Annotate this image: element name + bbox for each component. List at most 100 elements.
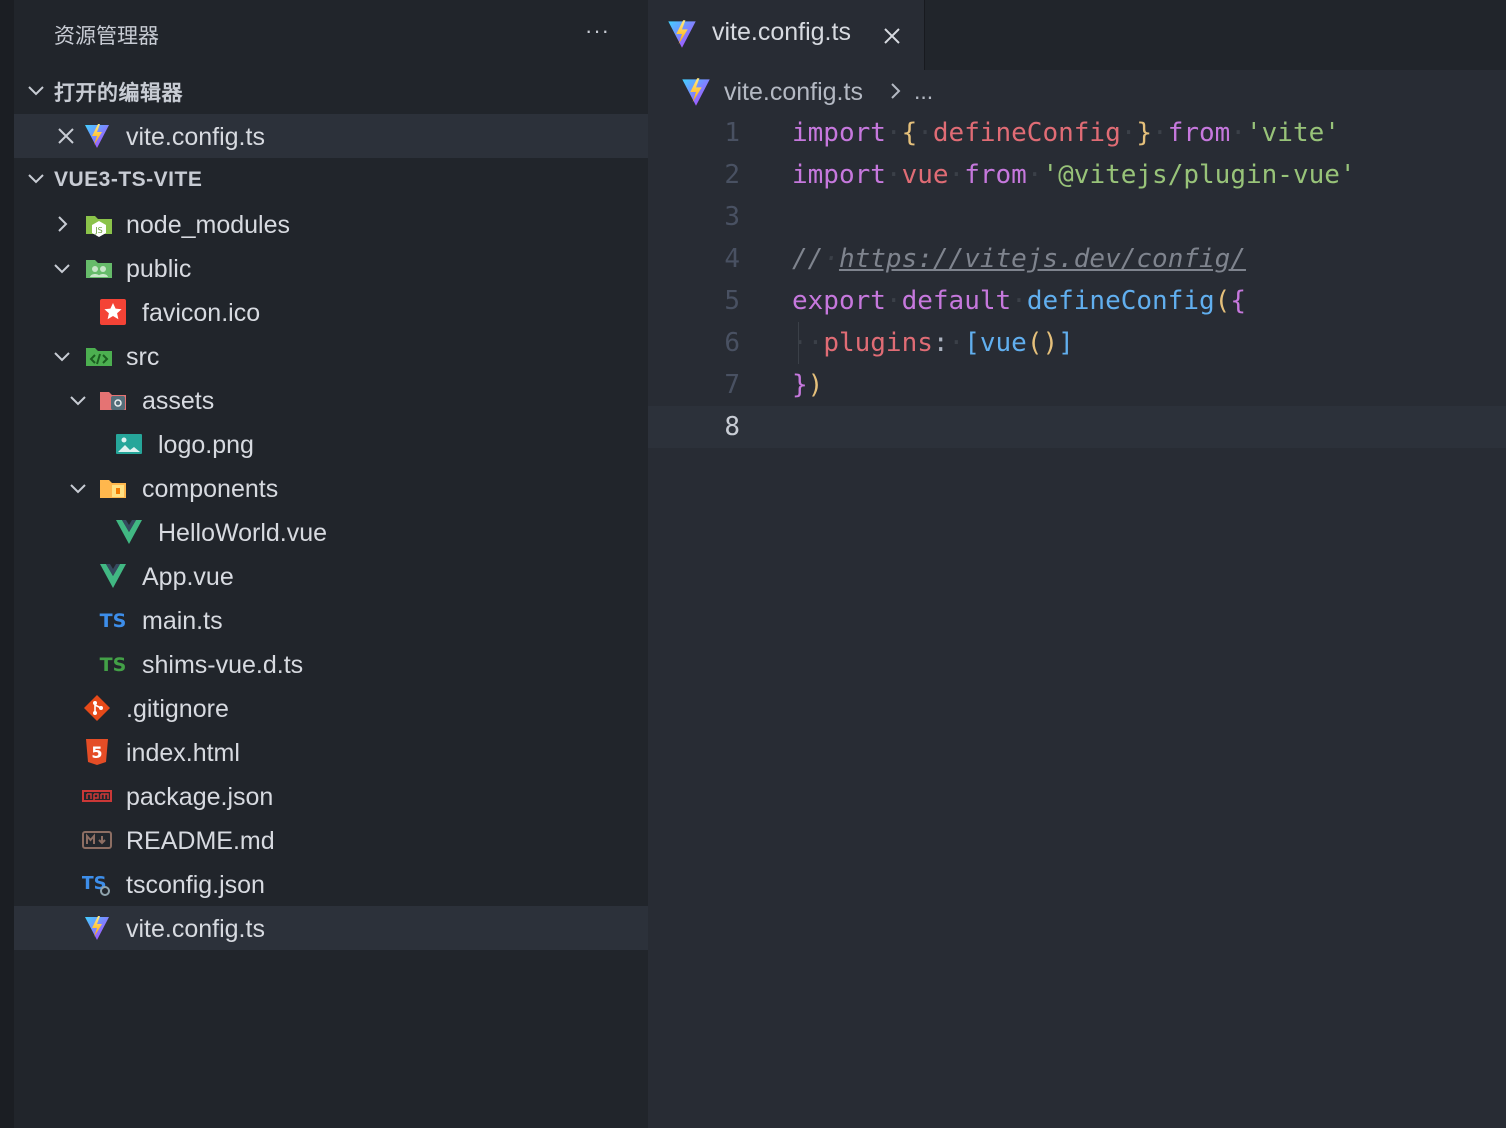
tree-item-label: assets: [142, 387, 215, 415]
tree-item-components[interactable]: components: [14, 466, 648, 510]
html5-icon: 5: [82, 738, 112, 766]
line-source: }): [792, 370, 824, 400]
image-file-icon: [114, 430, 144, 458]
tree-item-index-html[interactable]: 5 index.html: [14, 730, 648, 774]
chevron-down-icon: [28, 174, 44, 184]
open-editor-item[interactable]: vite.config.ts: [14, 114, 648, 158]
vue-icon: [98, 562, 128, 590]
code-line-1: 1 import·{·defineConfig·}·from·'vite': [648, 112, 1506, 154]
more-actions-button[interactable]: ···: [585, 18, 610, 44]
git-icon: [82, 694, 112, 722]
svg-text:TS: TS: [100, 654, 127, 676]
src-folder-icon: [84, 342, 114, 370]
tree-item-label: tsconfig.json: [126, 871, 265, 899]
code-line-3: 3: [648, 196, 1506, 238]
markdown-icon: [82, 826, 112, 854]
vite-icon: [682, 78, 710, 106]
typescript-icon: TS: [98, 606, 128, 634]
code-line-7: 7 }): [648, 364, 1506, 406]
open-editor-filename: vite.config.ts: [126, 123, 265, 151]
components-folder-icon: [98, 474, 128, 502]
code-line-2: 2 import·vue·from·'@vitejs/plugin-vue': [648, 154, 1506, 196]
svg-text:TS: TS: [82, 873, 107, 894]
explorer-sidebar: 资源管理器 ··· 打开的编辑器 vite.config.ts VUE3-TS-…: [14, 0, 648, 1128]
tree-item-label: .gitignore: [126, 695, 229, 723]
line-number: 4: [724, 244, 740, 274]
code-line-5: 5 export·default·defineConfig({: [648, 280, 1506, 322]
tree-item-label: main.ts: [142, 607, 223, 635]
line-number: 7: [724, 370, 740, 400]
breadcrumb-symbols[interactable]: ...: [914, 78, 933, 105]
tree-item-public[interactable]: public: [14, 246, 648, 290]
tree-item-src[interactable]: src: [14, 334, 648, 378]
tree-item-favicon[interactable]: favicon.ico: [14, 290, 648, 334]
tree-item-label: logo.png: [158, 431, 254, 459]
tree-item-label: HelloWorld.vue: [158, 519, 328, 547]
tsconfig-icon: TS: [82, 870, 112, 898]
project-label: VUE3-TS-VITE: [54, 168, 203, 191]
chevron-down-icon: [70, 396, 86, 406]
chevron-down-icon: [28, 86, 44, 96]
line-source: import·vue·from·'@vitejs/plugin-vue': [792, 160, 1356, 190]
close-icon[interactable]: [54, 124, 78, 148]
line-source: export·default·defineConfig({: [792, 286, 1246, 316]
chevron-right-icon: [58, 216, 68, 232]
breadcrumb: vite.config.ts ...: [648, 70, 1506, 114]
tree-item-tsconfig-json[interactable]: TS tsconfig.json: [14, 862, 648, 906]
code-line-6: 6 ··plugins:·[vue()]: [648, 322, 1506, 364]
svg-text:JS: JS: [94, 226, 102, 235]
tree-item-label: README.md: [126, 827, 275, 855]
vue-icon: [114, 518, 144, 546]
line-number: 3: [724, 202, 740, 232]
line-number: 1: [724, 118, 740, 148]
svg-text:TS: TS: [100, 610, 127, 632]
line-source: ··plugins:·[vue()]: [792, 328, 1074, 358]
project-section-header[interactable]: VUE3-TS-VITE: [14, 158, 648, 202]
tree-item-label: package.json: [126, 783, 274, 811]
tree-item-readme-md[interactable]: README.md: [14, 818, 648, 862]
chevron-down-icon: [54, 264, 70, 274]
vite-icon: [82, 914, 112, 942]
tree-item-label: vite.config.ts: [126, 915, 265, 943]
code-editor[interactable]: 1 import·{·defineConfig·}·from·'vite' 2 …: [648, 112, 1506, 448]
explorer-title: 资源管理器: [54, 25, 159, 48]
activity-bar-edge: [0, 0, 14, 1128]
tree-item-label: src: [126, 343, 160, 371]
chevron-right-icon: [891, 83, 901, 99]
line-source: import·{·defineConfig·}·from·'vite': [792, 118, 1340, 148]
tree-item-helloworld-vue[interactable]: HelloWorld.vue: [14, 510, 648, 554]
typescript-definition-icon: TS: [98, 650, 128, 678]
tree-item-logo-png[interactable]: logo.png: [14, 422, 648, 466]
line-number: 2: [724, 160, 740, 190]
tree-item-vite-config-ts[interactable]: vite.config.ts: [14, 906, 648, 950]
tree-item-label: node_modules: [126, 211, 291, 239]
close-tab-icon[interactable]: [880, 24, 904, 48]
tree-item-main-ts[interactable]: TS main.ts: [14, 598, 648, 642]
tree-item-gitignore[interactable]: .gitignore: [14, 686, 648, 730]
editor-area: vite.config.ts vite.config.ts ... 1 impo…: [648, 0, 1506, 1128]
svg-text:5: 5: [91, 743, 102, 762]
code-line-8: 8: [648, 406, 1506, 448]
tab-bar: vite.config.ts: [648, 0, 1506, 70]
tree-item-app-vue[interactable]: App.vue: [14, 554, 648, 598]
explorer-header: 资源管理器 ···: [14, 0, 648, 70]
chevron-down-icon: [54, 352, 70, 362]
open-editors-section-header[interactable]: 打开的编辑器: [14, 70, 648, 114]
tree-item-label: shims-vue.d.ts: [142, 651, 304, 679]
line-number: 6: [724, 328, 740, 358]
line-source: //·https://vitejs.dev/config/: [792, 244, 1246, 274]
breadcrumb-file[interactable]: vite.config.ts: [724, 78, 863, 107]
tree-item-label: public: [126, 255, 192, 283]
tab-vite-config-ts[interactable]: vite.config.ts: [648, 0, 925, 70]
tree-item-label: App.vue: [142, 563, 234, 591]
assets-folder-icon: [98, 386, 128, 414]
tree-item-node-modules[interactable]: JS node_modules: [14, 202, 648, 246]
code-line-4: 4 //·https://vitejs.dev/config/: [648, 238, 1506, 280]
tree-item-shims-vue-d-ts[interactable]: TS shims-vue.d.ts: [14, 642, 648, 686]
tree-item-label: index.html: [126, 739, 240, 767]
node-folder-icon: JS: [84, 210, 114, 238]
vite-icon: [82, 122, 112, 150]
open-editors-label: 打开的编辑器: [54, 82, 183, 105]
tree-item-assets[interactable]: assets: [14, 378, 648, 422]
tree-item-package-json[interactable]: package.json: [14, 774, 648, 818]
